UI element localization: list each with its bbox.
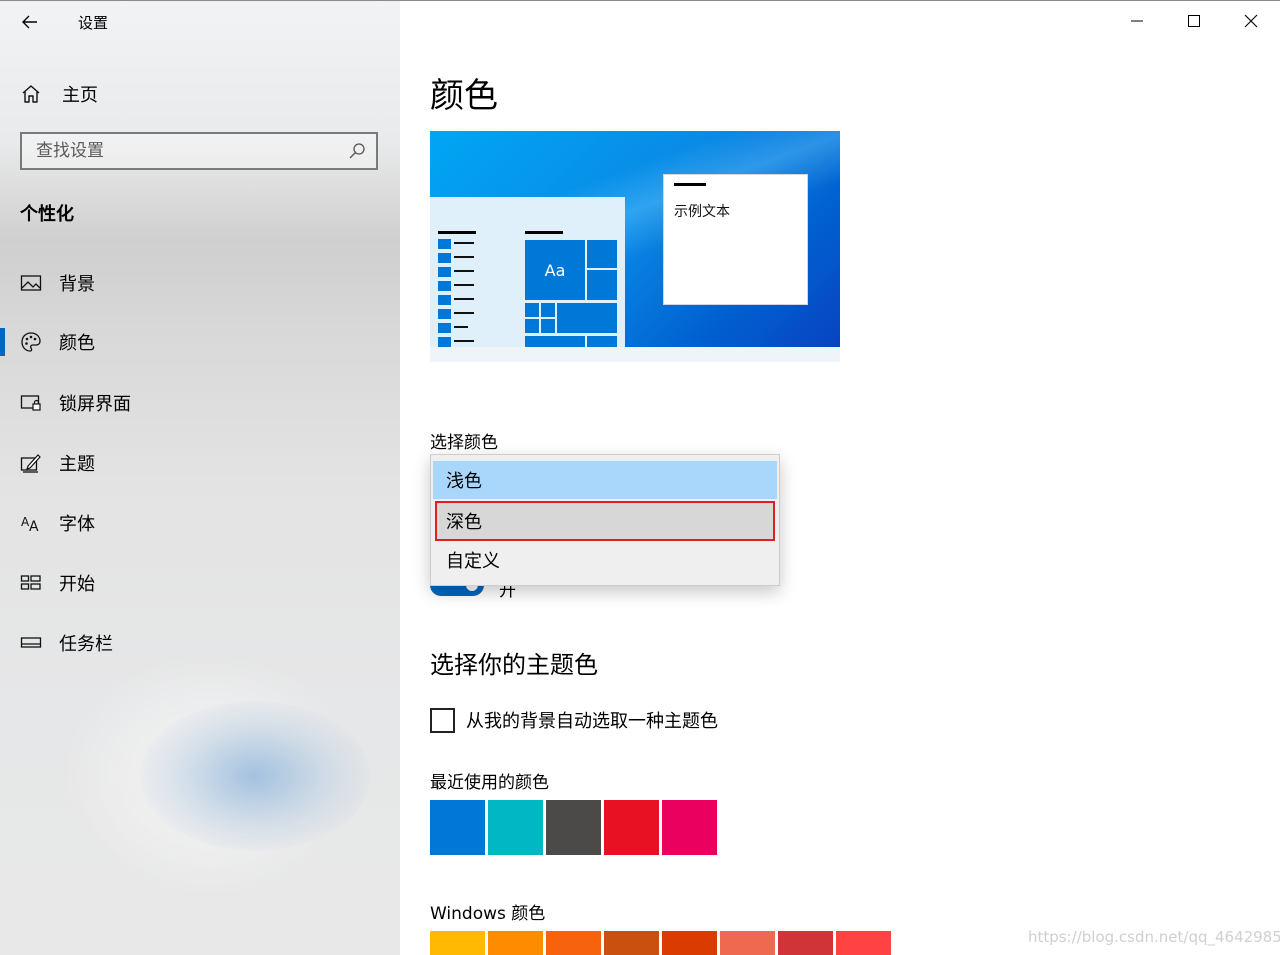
palette-icon <box>20 331 42 353</box>
sidebar-item-themes[interactable]: 主题 <box>0 443 400 483</box>
close-button[interactable] <box>1231 6 1271 36</box>
recent-color-swatch[interactable] <box>604 800 659 855</box>
choose-color-label: 选择颜色 <box>430 433 498 453</box>
sidebar-item-lock-screen[interactable]: 锁屏界面 <box>0 383 400 423</box>
windows-colors-label: Windows 颜色 <box>430 904 546 924</box>
back-button[interactable] <box>16 9 46 35</box>
dropdown-option-label: 自定义 <box>446 551 500 572</box>
recent-color-swatch[interactable] <box>430 800 485 855</box>
dropdown-option-light[interactable]: 浅色 <box>433 461 777 499</box>
watermark: https://blog.csdn.net/qq_46429858 <box>1028 928 1280 946</box>
preview-window: 示例文本 <box>663 174 808 305</box>
windows-color-swatch[interactable] <box>720 931 775 955</box>
sidebar-item-label: 字体 <box>59 514 95 535</box>
taskbar-icon <box>20 632 42 654</box>
close-icon <box>1244 14 1258 28</box>
dropdown-option-custom[interactable]: 自定义 <box>433 541 777 579</box>
windows-color-swatch[interactable] <box>488 931 543 955</box>
recent-colors-label: 最近使用的颜色 <box>430 773 549 793</box>
dropdown-option-label: 深色 <box>446 512 482 533</box>
recent-colors <box>430 800 720 855</box>
recent-color-swatch[interactable] <box>546 800 601 855</box>
sidebar-item-label: 颜色 <box>59 333 95 354</box>
sidebar-acrylic-blur <box>140 701 370 851</box>
home-icon <box>22 85 40 103</box>
sidebar-item-start[interactable]: 开始 <box>0 563 400 603</box>
windows-color-swatch[interactable] <box>778 931 833 955</box>
preview-sample-text: 示例文本 <box>674 204 730 220</box>
windows-color-swatch[interactable] <box>836 931 891 955</box>
sidebar-item-background[interactable]: 背景 <box>0 263 400 303</box>
svg-text:A: A <box>29 519 39 534</box>
checkbox-label: 从我的背景自动选取一种主题色 <box>466 711 718 732</box>
sidebar-item-label: 锁屏界面 <box>59 394 131 415</box>
auto-accent-checkbox[interactable] <box>430 707 455 733</box>
window-top-border <box>0 0 1280 1</box>
sidebar: 设置 主页 个性化 背景 颜色 锁屏界面 <box>0 1 400 955</box>
sidebar-item-label: 开始 <box>59 574 95 595</box>
color-mode-dropdown[interactable]: 浅色 深色 自定义 <box>430 454 780 586</box>
maximize-icon <box>1188 15 1200 27</box>
theme-pen-icon <box>20 452 42 474</box>
sidebar-item-fonts[interactable]: AA 字体 <box>0 503 400 543</box>
auto-accent-checkbox-row[interactable]: 从我的背景自动选取一种主题色 <box>430 707 718 733</box>
picture-icon <box>20 272 42 294</box>
preview-taskbar-strip <box>430 347 840 362</box>
preview-start-menu: Aa <box>430 197 625 347</box>
search-box[interactable] <box>20 132 378 170</box>
windows-color-swatch[interactable] <box>662 931 717 955</box>
dropdown-option-label: 浅色 <box>446 471 482 492</box>
windows-color-swatch[interactable] <box>430 931 485 955</box>
back-arrow-icon <box>22 15 37 29</box>
minimize-button[interactable] <box>1117 6 1157 36</box>
windows-color-swatch[interactable] <box>546 931 601 955</box>
sidebar-item-label: 任务栏 <box>59 634 113 655</box>
accent-color-heading: 选择你的主题色 <box>430 651 598 679</box>
start-grid-icon <box>20 572 42 594</box>
minimize-icon <box>1131 20 1143 22</box>
sidebar-item-home[interactable]: 主页 <box>20 81 98 107</box>
app-title: 设置 <box>78 14 109 32</box>
recent-color-swatch[interactable] <box>488 800 543 855</box>
search-icon[interactable] <box>344 138 370 164</box>
recent-color-swatch[interactable] <box>662 800 717 855</box>
search-input[interactable] <box>22 140 344 162</box>
windows-color-swatch[interactable] <box>604 931 659 955</box>
lock-screen-icon <box>20 392 42 414</box>
sidebar-item-label: 背景 <box>59 274 95 295</box>
page-title: 颜色 <box>430 76 498 116</box>
windows-colors <box>430 931 894 955</box>
section-title: 个性化 <box>20 204 74 225</box>
preview-window-titlebar <box>674 183 706 186</box>
maximize-button[interactable] <box>1174 6 1214 36</box>
preview-tile-text: Aa <box>544 260 566 280</box>
sidebar-item-label: 主题 <box>59 454 95 475</box>
sidebar-item-taskbar[interactable]: 任务栏 <box>0 623 400 663</box>
dropdown-option-dark[interactable]: 深色 <box>435 501 775 541</box>
sidebar-item-colors[interactable]: 颜色 <box>0 322 400 362</box>
sidebar-item-label: 主页 <box>62 85 98 106</box>
font-icon: AA <box>20 512 42 534</box>
color-preview: Aa 示例文本 <box>430 131 840 362</box>
